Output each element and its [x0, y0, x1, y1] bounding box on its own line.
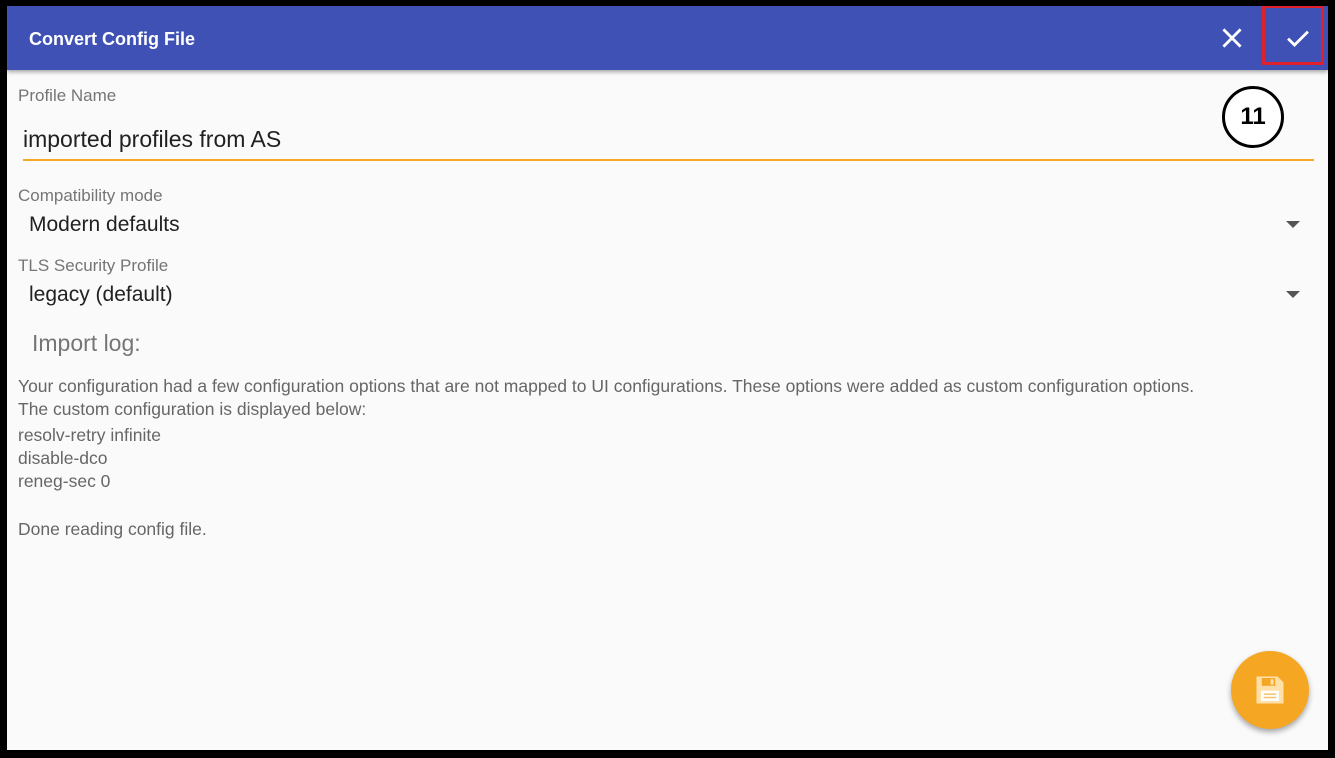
tls-security-profile-dropdown[interactable]: legacy (default): [18, 279, 1308, 313]
check-icon: [1287, 30, 1309, 47]
import-log-line: resolv-retry infinite: [18, 425, 161, 445]
dropdown-arrow-icon: [1286, 291, 1300, 298]
import-log-line: Done reading config file.: [18, 519, 207, 539]
toolbar-title: Convert Config File: [29, 29, 195, 49]
compatibility-mode-dropdown[interactable]: Modern defaults: [18, 209, 1308, 243]
save-fab-button[interactable]: [1231, 651, 1309, 729]
dialog-window: Convert Config File Profile Name 11 Comp…: [7, 6, 1328, 750]
dropdown-arrow-icon: [1286, 221, 1300, 228]
import-log-heading: Import log:: [32, 330, 141, 356]
save-icon: [1256, 676, 1284, 704]
compatibility-mode-label: Compatibility mode: [18, 186, 163, 205]
import-log-line: disable-dco: [18, 448, 108, 468]
import-log-line: reneg-sec 0: [18, 471, 111, 491]
profile-name-input[interactable]: [23, 119, 1314, 161]
tls-security-profile-label: TLS Security Profile: [18, 256, 169, 275]
compatibility-mode-value: Modern defaults: [29, 213, 180, 236]
step-number-badge: 11: [1222, 86, 1284, 148]
import-log-line: Your configuration had a few configurati…: [18, 376, 1195, 396]
toolbar: Convert Config File: [7, 6, 1328, 70]
close-button[interactable]: [1202, 6, 1262, 70]
import-log-line: The custom configuration is displayed be…: [18, 399, 367, 419]
confirm-button[interactable]: [1268, 6, 1328, 70]
profile-name-label: Profile Name: [18, 86, 117, 105]
tls-security-profile-value: legacy (default): [29, 283, 173, 306]
close-icon: [1222, 28, 1242, 48]
